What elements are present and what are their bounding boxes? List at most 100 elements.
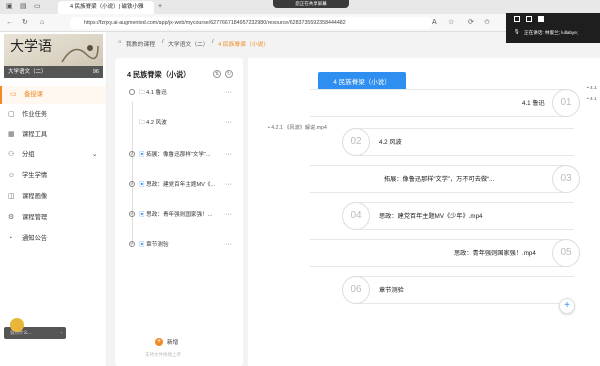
- panel-title: 4 民族脊梁（小说）: [127, 70, 191, 79]
- course-cover-title: 大学语: [10, 39, 52, 55]
- edge-item[interactable]: • 4.1: [587, 97, 597, 102]
- chapter-panel: 4 民族脊梁（小说） ⇅ ↻ 🗀 4.1 鲁迅 ··· 🗀 4.2 风波 ···…: [115, 58, 243, 366]
- task-icon: ▢: [8, 111, 15, 118]
- new-tab-button[interactable]: +: [158, 2, 162, 12]
- settings-icon: ⚙: [8, 214, 15, 221]
- screen-icon[interactable]: [526, 16, 532, 22]
- more-icon[interactable]: ···: [225, 86, 232, 100]
- student-icon: ☺: [8, 172, 16, 179]
- sidebar-item-label: 作业任务: [22, 111, 48, 118]
- screen-share-label: 您正在共享屏幕: [295, 1, 327, 6]
- more-icon[interactable]: ···: [225, 208, 232, 222]
- cover-illustration-icon: [61, 45, 99, 63]
- home-icon: ⌂: [118, 39, 122, 45]
- window-menu-icon[interactable]: ▣: [6, 2, 13, 12]
- node-number: 06: [342, 276, 370, 304]
- node-04[interactable]: 思政：建党百年主题MV《少年》.mp4: [342, 202, 574, 230]
- sidebar-item-teaching[interactable]: ▭ 备授课: [0, 86, 106, 104]
- sidebar-item-portrait[interactable]: ◫ 课程画像: [0, 188, 106, 206]
- check-circle-icon: ✓: [129, 241, 135, 247]
- node-number: 03: [552, 165, 580, 193]
- extensions-icon[interactable]: ⟳: [468, 18, 474, 28]
- favorite-icon[interactable]: ☆: [448, 18, 454, 28]
- new-button[interactable]: 新增: [167, 338, 178, 346]
- doc-icon: ▣: [139, 152, 145, 158]
- status-circle-icon: [129, 89, 135, 95]
- node-05[interactable]: 思政：青年强则国家强！.mp4: [310, 239, 580, 267]
- node-03[interactable]: 拓展：像鲁迅那样“文学”，万不可去做“...: [310, 165, 580, 193]
- mic-icon[interactable]: 🎙︎: [514, 29, 520, 35]
- tab-group-icon[interactable]: ▤: [20, 2, 27, 12]
- bell-icon: ◔: [8, 235, 13, 242]
- video-icon: ▣: [139, 182, 145, 188]
- sidebar-item-label: 备授课: [24, 91, 43, 98]
- sidebar-item-notices[interactable]: ◔ 通知公告: [0, 230, 106, 248]
- node-02[interactable]: 4.2 风波: [342, 128, 574, 156]
- collapse-icon[interactable]: ‹: [61, 327, 63, 339]
- breadcrumb-sep: /: [162, 39, 164, 45]
- main-title: 4 民族脊梁（小说）: [333, 79, 391, 86]
- node-number: 05: [552, 239, 580, 267]
- check-circle-icon: ✓: [129, 181, 135, 187]
- check-circle-icon: ✓: [129, 211, 135, 217]
- course-badge: 96: [92, 69, 99, 75]
- sidebar-item-group[interactable]: ⚇ 分组 ⌄: [0, 146, 106, 164]
- chapter-item[interactable]: ✓ ▣ 思政：建党百年主题MV《... ···: [115, 178, 243, 192]
- add-icon[interactable]: +: [155, 338, 163, 346]
- favorites-list-icon[interactable]: ✩: [484, 18, 490, 28]
- more-icon[interactable]: ···: [225, 148, 232, 162]
- node-number: 04: [342, 202, 370, 230]
- read-aloud-icon[interactable]: A: [432, 18, 437, 28]
- sidebar-item-assignments[interactable]: ▢ 作业任务: [0, 106, 106, 124]
- book-icon: ▭: [10, 91, 17, 98]
- camera-icon[interactable]: [514, 16, 520, 22]
- chapter-item[interactable]: ✓ ▣ 拓展：像鲁迅那样“文学”... ···: [115, 148, 243, 162]
- back-icon[interactable]: ←: [6, 18, 13, 28]
- sidebar-item-management[interactable]: ⚙ 课程管理: [0, 209, 106, 227]
- node-number: 01: [552, 89, 580, 117]
- node-text: 思政：建党百年主题MV《少年》.mp4: [379, 213, 483, 220]
- more-icon[interactable]: ···: [225, 116, 232, 130]
- node-06[interactable]: 章节测验: [342, 276, 574, 304]
- node-text: 4.2 风波: [379, 139, 402, 146]
- chapter-item[interactable]: 🗀 4.1 鲁迅 ···: [115, 86, 243, 100]
- node-01[interactable]: 4.1 鲁迅: [310, 89, 580, 117]
- chapter-item[interactable]: 🗀 4.2 风波 ···: [115, 116, 243, 130]
- sub-item[interactable]: • 4.2.1 《风波》解说.mp4: [268, 124, 327, 131]
- chapter-label: 4.1 鲁迅: [146, 90, 167, 96]
- home-icon[interactable]: ⌂: [40, 18, 44, 28]
- speaking-status: 正在讲话: 林俊兰; lullabye;: [524, 30, 579, 35]
- tab-list-icon[interactable]: ▭: [34, 2, 41, 12]
- sidebar-item-tools[interactable]: ▦ 课程工具: [0, 126, 106, 144]
- new-hint: 支持文件拖拽上传: [145, 352, 181, 357]
- quiz-icon: ▣: [139, 242, 145, 248]
- url-field[interactable]: https://fzrjxy.ai-augmented.com/app/jx-w…: [70, 17, 432, 29]
- folder-icon: 🗀: [139, 90, 145, 96]
- tab-course[interactable]: 4 民族脊梁（小说）| 磁铁小雅: [58, 1, 154, 14]
- chapter-item[interactable]: ✓ ▣ 思政：青年强则国家强！... ···: [115, 208, 243, 222]
- more-icon[interactable]: ···: [225, 238, 232, 252]
- breadcrumb-home[interactable]: 我教的课程: [126, 39, 155, 48]
- node-text: 4.1 鲁迅: [522, 100, 545, 107]
- sync-icon[interactable]: ↻: [225, 70, 233, 78]
- check-circle-icon: ✓: [129, 151, 135, 157]
- avatar[interactable]: [10, 318, 24, 332]
- screen-share-banner[interactable]: 您正在共享屏幕: [273, 0, 349, 8]
- tab-title: 4 民族脊梁（小说）| 磁铁小雅: [70, 4, 144, 10]
- sidebar-item-students[interactable]: ☺ 学生学情: [0, 167, 106, 185]
- chapter-label: 拓展：像鲁迅那样“文学”...: [146, 152, 211, 158]
- meeting-overlay: 🎙︎ 正在讲话: 林俊兰; lullabye;: [506, 13, 600, 43]
- breadcrumb-course[interactable]: 大学语文（二）: [168, 39, 209, 48]
- sidebar-item-label: 课程工具: [22, 131, 48, 138]
- chapter-item[interactable]: ✓ ▣ 章节测验 ···: [115, 238, 243, 252]
- sort-icon[interactable]: ⇅: [213, 70, 221, 78]
- more-icon[interactable]: ···: [225, 178, 232, 192]
- edge-item[interactable]: • 4.1: [587, 86, 597, 91]
- add-node-button[interactable]: +: [559, 298, 575, 314]
- sidebar: 大学语 大学语文（二） 96 ▭ 备授课 ▢ 作业任务 ▦ 课程工具 ⚇ 分组 …: [0, 32, 107, 366]
- stop-share-icon[interactable]: [538, 16, 544, 22]
- sidebar-item-label: 课程画像: [22, 193, 48, 200]
- refresh-icon[interactable]: ↻: [22, 18, 28, 28]
- breadcrumb-sep: /: [212, 39, 214, 45]
- chevron-down-icon: ⌄: [92, 151, 98, 158]
